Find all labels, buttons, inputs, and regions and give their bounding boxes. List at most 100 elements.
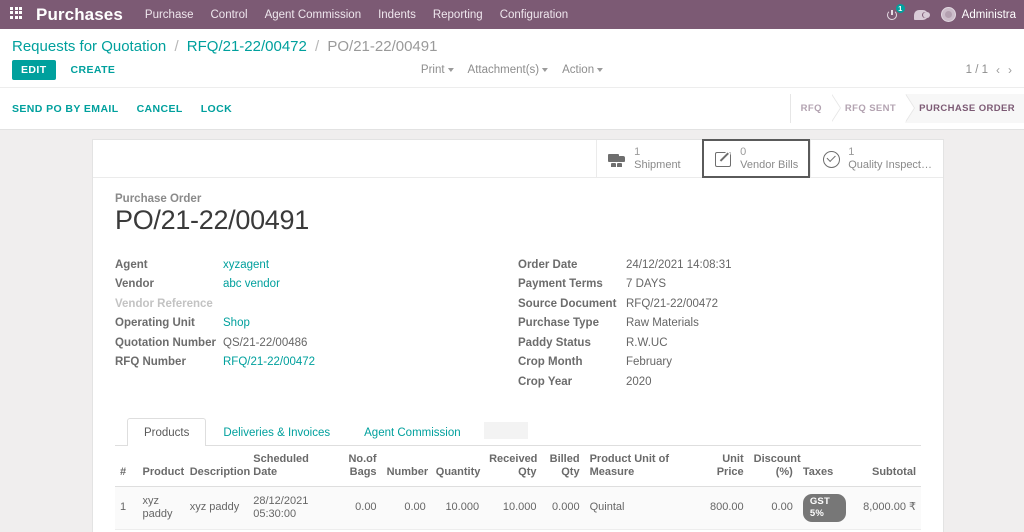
- col-number: Number: [382, 446, 431, 486]
- field-vendor-value[interactable]: abc vendor: [223, 277, 280, 292]
- user-avatar-icon: [941, 7, 956, 22]
- order-lines-table: # Product Description Scheduled Date No.…: [115, 446, 921, 532]
- field-source-document: Source Document RFQ/21-22/00472: [518, 297, 921, 312]
- field-agent-value[interactable]: xyzagent: [223, 258, 269, 273]
- col-billed-qty: Billed Qty: [542, 446, 585, 486]
- menu-item-indents[interactable]: Indents: [378, 9, 416, 21]
- pencil-square-icon: [714, 150, 733, 167]
- field-payment-terms-value: 7 DAYS: [626, 277, 666, 292]
- status-step-rfq-sent[interactable]: RFQ SENT: [831, 94, 905, 123]
- cell-discount: 0.00: [749, 487, 798, 530]
- col-taxes: Taxes: [798, 446, 851, 486]
- edit-button[interactable]: EDIT: [12, 60, 56, 80]
- field-vendor-label: Vendor: [115, 277, 223, 292]
- attachments-dropdown[interactable]: Attachment(s): [468, 64, 549, 76]
- col-discount: Discount (%): [749, 446, 798, 486]
- field-crop-month-label: Crop Month: [518, 355, 626, 370]
- record-action-buttons-row: SEND PO BY EMAIL CANCEL LOCK RFQ RFQ SEN…: [0, 87, 1024, 129]
- record-sheet: 1 Shipment 0 Vendor Bills 1 Quality Insp…: [92, 139, 944, 532]
- field-payment-terms-label: Payment Terms: [518, 277, 626, 292]
- cell-received-qty: 10.000: [484, 487, 541, 530]
- col-uom: Product Unit of Measure: [585, 446, 696, 486]
- top-navbar: Purchases Purchase Control Agent Commiss…: [0, 0, 1024, 29]
- cell-billed-qty: 0.000: [542, 487, 585, 530]
- col-quantity: Quantity: [431, 446, 484, 486]
- form-grid: Agent xyzagent Vendor abc vendor Vendor …: [115, 258, 921, 395]
- truck-icon: [608, 150, 627, 167]
- chevron-down-icon: [542, 68, 548, 72]
- stat-button-shipment[interactable]: 1 Shipment: [596, 140, 702, 177]
- menu-item-control[interactable]: Control: [211, 9, 248, 21]
- field-crop-month: Crop Month February: [518, 355, 921, 370]
- breadcrumb-separator-1: /: [174, 38, 178, 55]
- menu-item-reporting[interactable]: Reporting: [433, 9, 483, 21]
- form-column-right: Order Date 24/12/2021 14:08:31 Payment T…: [518, 258, 921, 395]
- table-row[interactable]: 1 xyz paddy xyz paddy 28/12/2021 05:30:0…: [115, 487, 921, 530]
- field-crop-month-value: February: [626, 355, 672, 370]
- control-panel-dropdowns: Print Attachment(s) Action: [421, 64, 603, 76]
- menu-item-agent-commission[interactable]: Agent Commission: [265, 9, 362, 21]
- table-header-row: # Product Description Scheduled Date No.…: [115, 446, 921, 486]
- apps-grid-icon[interactable]: [10, 7, 26, 23]
- col-no-of-bags: No.of Bags: [328, 446, 381, 486]
- tab-deliveries-invoices[interactable]: Deliveries & Invoices: [206, 418, 347, 446]
- stat-button-vendor-bills-label: Vendor Bills: [740, 159, 798, 172]
- breadcrumb-root[interactable]: Requests for Quotation: [12, 38, 166, 55]
- stat-button-vendor-bills-text: 0 Vendor Bills: [740, 146, 798, 171]
- lock-button[interactable]: LOCK: [201, 100, 240, 118]
- action-dropdown-label: Action: [562, 64, 594, 76]
- create-button[interactable]: CREATE: [63, 60, 124, 80]
- send-po-by-email-button[interactable]: SEND PO BY EMAIL: [12, 100, 127, 118]
- form-column-left: Agent xyzagent Vendor abc vendor Vendor …: [115, 258, 518, 395]
- field-crop-year: Crop Year 2020: [518, 375, 921, 390]
- stat-button-quality-inspection[interactable]: 1 Quality Inspect…: [810, 140, 943, 177]
- activity-bell-icon[interactable]: 1: [886, 7, 901, 23]
- order-lines-body: 1 xyz paddy xyz paddy 28/12/2021 05:30:0…: [115, 487, 921, 532]
- control-panel-buttons-row: EDIT CREATE Print Attachment(s) Action 1…: [0, 55, 1024, 87]
- breadcrumb-parent[interactable]: RFQ/21-22/00472: [187, 38, 307, 55]
- field-quotation-number-value: QS/21-22/00486: [223, 336, 307, 351]
- tab-products[interactable]: Products: [127, 418, 206, 446]
- stat-button-vendor-bills[interactable]: 0 Vendor Bills: [702, 139, 810, 178]
- menu-item-configuration[interactable]: Configuration: [500, 9, 568, 21]
- col-description: Description: [185, 446, 249, 486]
- cell-subtotal: 8,000.00 ₹: [851, 487, 921, 530]
- field-order-date-label: Order Date: [518, 258, 626, 273]
- main-menu: Purchase Control Agent Commission Indent…: [145, 9, 568, 21]
- activity-count-badge: 1: [896, 4, 905, 13]
- col-index: #: [115, 446, 138, 486]
- cancel-button[interactable]: CANCEL: [137, 100, 191, 118]
- print-dropdown[interactable]: Print: [421, 64, 454, 76]
- user-menu[interactable]: Administra: [941, 7, 1016, 22]
- field-operating-unit-value[interactable]: Shop: [223, 316, 250, 331]
- action-dropdown[interactable]: Action: [562, 64, 603, 76]
- pager-previous-icon[interactable]: ‹: [996, 63, 1000, 77]
- col-received-qty: Received Qty: [484, 446, 541, 486]
- menu-item-purchase[interactable]: Purchase: [145, 9, 194, 21]
- chat-bubble-icon[interactable]: [914, 10, 928, 20]
- app-brand-title[interactable]: Purchases: [36, 5, 123, 25]
- breadcrumb-row: Requests for Quotation / RFQ/21-22/00472…: [0, 29, 1024, 55]
- sheet-body: Purchase Order PO/21-22/00491 Agent xyza…: [93, 178, 943, 532]
- stat-button-vendor-bills-value: 0: [740, 146, 798, 159]
- field-purchase-type: Purchase Type Raw Materials: [518, 316, 921, 331]
- user-name-label: Administra: [962, 9, 1016, 21]
- stat-button-box: 1 Shipment 0 Vendor Bills 1 Quality Insp…: [93, 140, 943, 178]
- field-quotation-number: Quotation Number QS/21-22/00486: [115, 336, 518, 351]
- pager-count: 1 / 1: [966, 64, 988, 76]
- field-paddy-status: Paddy Status R.W.UC: [518, 336, 921, 351]
- field-vendor-reference-label: Vendor Reference: [115, 297, 223, 312]
- field-quotation-number-label: Quotation Number: [115, 336, 223, 351]
- pager-next-icon[interactable]: ›: [1008, 63, 1012, 77]
- col-unit-price: Unit Price: [695, 446, 748, 486]
- tab-placeholder: [484, 422, 528, 439]
- tab-agent-commission[interactable]: Agent Commission: [347, 418, 478, 446]
- field-source-document-value: RFQ/21-22/00472: [626, 297, 718, 312]
- status-step-rfq[interactable]: RFQ: [791, 94, 831, 123]
- field-agent-label: Agent: [115, 258, 223, 273]
- col-scheduled-date: Scheduled Date: [248, 446, 328, 486]
- field-rfq-number-value[interactable]: RFQ/21-22/00472: [223, 355, 315, 370]
- field-source-document-label: Source Document: [518, 297, 626, 312]
- status-step-purchase-order[interactable]: PURCHASE ORDER: [905, 94, 1024, 123]
- field-operating-unit: Operating Unit Shop: [115, 316, 518, 331]
